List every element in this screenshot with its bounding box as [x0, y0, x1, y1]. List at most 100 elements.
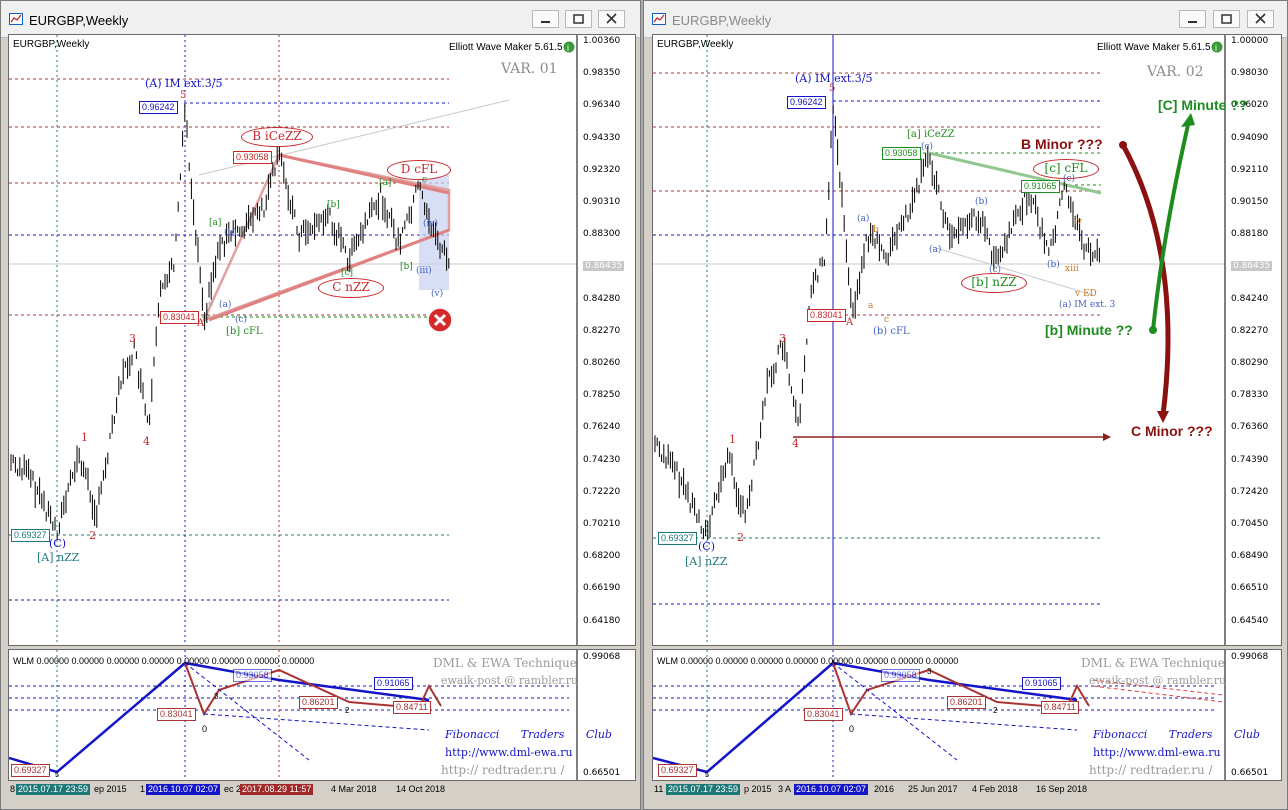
desktop: { "window1": { "title": "EURGBP,Weekly",…	[0, 0, 1288, 810]
wave-c-small: (c)	[989, 265, 1002, 275]
restore-icon	[573, 14, 584, 24]
price-box-high: 0.96242	[139, 101, 178, 114]
wave-a-small-2: (a)	[929, 245, 942, 255]
price-tick: 0.92110	[1231, 164, 1269, 175]
club-label: Fibonacci Traders Club	[1093, 728, 1260, 741]
price-tick: 0.76360	[1231, 422, 1269, 433]
wave-5: 5	[829, 83, 836, 94]
ellipse-b-iceZZ: B iCeZZ	[241, 127, 313, 147]
title-bar[interactable]: EURGBP,Weekly	[1, 1, 640, 38]
wlm-box-69327: 0.69327	[658, 764, 697, 777]
price-chart-svg	[9, 35, 578, 645]
url1-label[interactable]: http://www.dml-ewa.ru	[1093, 746, 1221, 759]
close-button[interactable]	[598, 10, 625, 28]
ellipse-b-nzz: [b] nZZ	[961, 273, 1027, 293]
chart-window-var01[interactable]: EURGBP,Weekly 1.00360 0.98350 0.96340 0.…	[0, 0, 641, 810]
restore-button[interactable]	[1213, 10, 1240, 28]
chart-window-var02[interactable]: EURGBP,Weekly 1.00000 0.98030 0.96020 0.…	[643, 0, 1288, 810]
wlm-label: WLM 0.00000 0.00000 0.00000 0.00000 0.00…	[657, 656, 959, 666]
price-tick: 0.92320	[583, 164, 621, 175]
symbol-label: EURGBP,Weekly	[13, 39, 90, 50]
minimize-button[interactable]	[532, 10, 559, 28]
price-chart[interactable]: 1.00000 0.98030 0.96020 0.94090 0.92110 0.901…	[652, 34, 1282, 646]
wlm-box-84711: 0.84711	[393, 701, 431, 714]
wave-iv: (iv)	[423, 219, 438, 229]
wave-a-iceZZ: [a] iCeZZ	[907, 129, 955, 140]
title-bar[interactable]: EURGBP,Weekly	[644, 1, 1287, 38]
wave-4: 4	[143, 435, 150, 448]
time-tag-2: 2016.10.07 02:07	[794, 784, 869, 795]
minimize-icon	[1188, 21, 1197, 23]
wlm-box-83041: 0.83041	[804, 708, 843, 721]
close-button[interactable]	[1247, 10, 1274, 28]
ewm-logo-icon: i	[1211, 41, 1223, 53]
symbol-label: EURGBP,Weekly	[657, 39, 734, 50]
time-t1: 8	[10, 784, 16, 794]
price-tick: 0.96340	[583, 100, 621, 111]
wlm-mark-2: 2	[993, 706, 998, 715]
wlm-box-93058: 0.93058	[233, 669, 272, 682]
wave-xiii: xiii	[1065, 264, 1079, 274]
wlm-mark-2: 2	[345, 706, 350, 715]
wave-v-ed: v ED	[1075, 289, 1097, 299]
price-tick: 0.82270	[583, 325, 621, 336]
time-t3: 1	[140, 784, 146, 794]
wave-b-small: (b)	[224, 228, 237, 238]
svg-text:i: i	[1215, 43, 1217, 53]
ewm-logo-icon: i	[563, 41, 575, 53]
time-t2: p 2015	[744, 784, 772, 794]
price-tick: 0.74230	[583, 454, 621, 465]
price-chart[interactable]: 1.00360 0.98350 0.96340 0.94330 0.92320 0.903…	[8, 34, 636, 646]
wave-v: (v)	[431, 289, 444, 299]
wlm-indicator[interactable]: WLM 0.00000 0.00000 0.00000 0.00000 0.00…	[652, 649, 1282, 781]
wlm-mark-0: 0	[202, 724, 208, 734]
wlm-label: WLM 0.00000 0.00000 0.00000 0.00000 0.00…	[13, 656, 315, 666]
time-tag-1: 2015.07.17 23:59	[16, 784, 91, 795]
time-tag-3: 2017.08.29 11:57	[240, 784, 314, 795]
wlm-indicator[interactable]: WLM 0.00000 0.00000 0.00000 0.00000 0.00…	[8, 649, 636, 781]
time-t4: 2016	[874, 784, 895, 794]
time-t1: 11	[654, 784, 664, 794]
close-icon	[606, 13, 617, 24]
minimize-button[interactable]	[1179, 10, 1206, 28]
tool-label: Elliott Wave Maker 5.61.5	[449, 42, 563, 53]
wave-c-br: [c]	[341, 268, 354, 278]
price-tick: 0.98350	[583, 68, 621, 79]
label-c-minute: [C] Minute ??	[1158, 97, 1248, 113]
label-b-minor: B Minor ???	[1021, 136, 1103, 152]
restore-button[interactable]	[565, 10, 592, 28]
close-icon	[1255, 13, 1266, 24]
price-tick: 0.64540	[1231, 615, 1269, 626]
tool-label: Elliott Wave Maker 5.61.5	[1097, 42, 1211, 53]
wave-iii: (iii)	[416, 266, 432, 276]
price-tick: 0.98030	[1231, 68, 1269, 79]
wave-A-nzz: [A] nZZ	[37, 551, 80, 564]
wave-A-nzz: [A] nZZ	[685, 555, 728, 568]
wlm-scale-bottom: 0.66501	[1231, 768, 1269, 778]
window-title: EURGBP,Weekly	[29, 13, 129, 28]
wave-a-im: (A) IM ext.3/5	[145, 77, 223, 90]
club-label: Fibonacci Traders Club	[445, 728, 612, 741]
url2-label[interactable]: http:// redtrader.ru /	[441, 763, 565, 777]
price-box-low: 0.69327	[11, 529, 50, 542]
wlm-box-84711: 0.84711	[1041, 701, 1079, 714]
wave-5: 5	[180, 90, 187, 101]
wlm-mark-3: 3	[927, 667, 932, 676]
wave-3: 3	[129, 332, 136, 345]
url1-label[interactable]: http://www.dml-ewa.ru	[445, 746, 573, 759]
price-tick: 0.70450	[1231, 519, 1269, 529]
wave-1: 1	[729, 433, 736, 446]
wave-2: 2	[737, 531, 744, 544]
url2-label[interactable]: http:// redtrader.ru /	[1089, 763, 1213, 777]
wlm-mark-5: 5	[55, 772, 59, 779]
time-tag-2: 2016.10.07 02:07	[146, 784, 221, 795]
wave-a-br: [a]	[209, 218, 222, 228]
price-box-a: 0.83041	[807, 309, 846, 322]
price-box-low: 0.69327	[658, 532, 697, 545]
wlm-box-91065: 0.91065	[374, 677, 413, 690]
wave-4: 4	[792, 437, 799, 450]
price-chart-svg	[653, 35, 1226, 645]
technique-label: DML & EWA Technique	[433, 656, 577, 670]
price-box-b: 0.93058	[233, 151, 272, 164]
wave-A: A	[197, 318, 205, 329]
